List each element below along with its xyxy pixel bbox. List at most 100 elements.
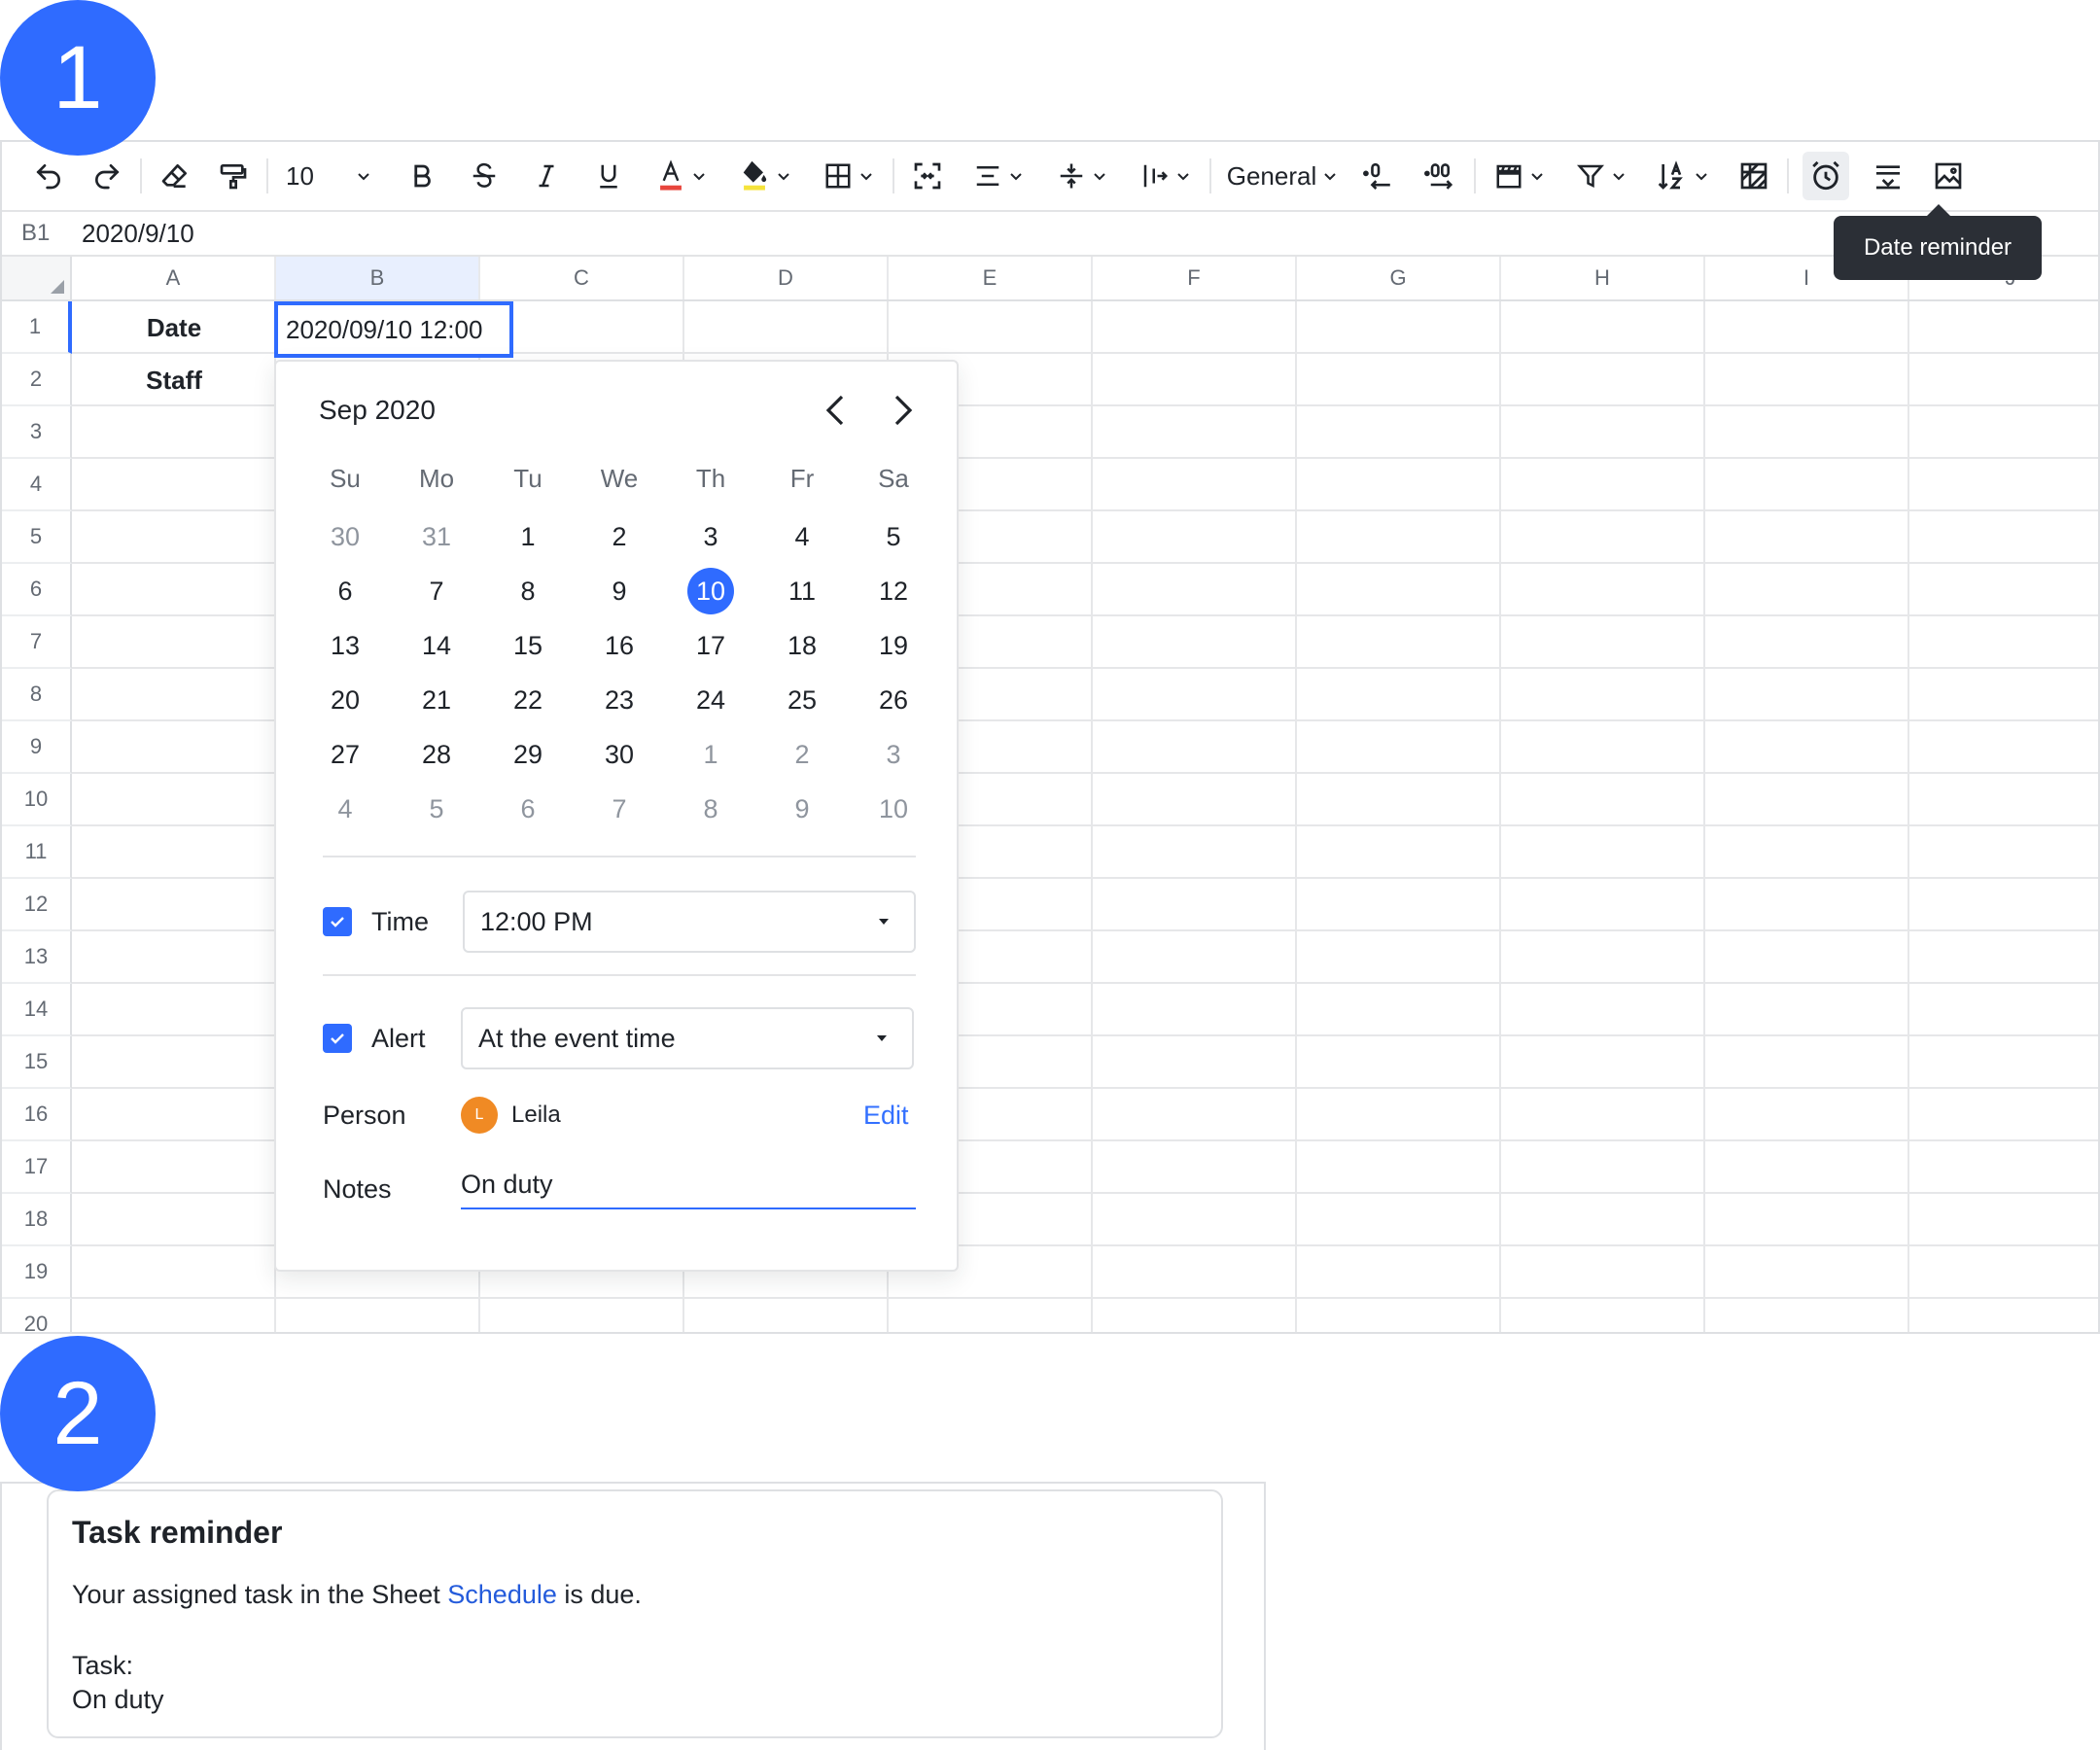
row-header-11[interactable]: 11 xyxy=(2,826,72,879)
sheet-link[interactable]: Schedule xyxy=(447,1580,557,1609)
column-header-e[interactable]: E xyxy=(889,257,1093,299)
column-header-b[interactable]: B xyxy=(276,257,480,299)
calendar-day[interactable]: 14 xyxy=(391,618,482,673)
bold-icon[interactable] xyxy=(402,152,441,200)
row-header-18[interactable]: 18 xyxy=(2,1194,72,1246)
time-select[interactable]: 12:00 PM xyxy=(463,891,916,953)
calendar-day[interactable]: 8 xyxy=(482,564,574,618)
row-header-2[interactable]: 2 xyxy=(2,354,72,406)
calendar-day[interactable]: 24 xyxy=(665,673,756,727)
number-format-select[interactable]: General xyxy=(1225,152,1340,200)
eraser-icon[interactable] xyxy=(156,152,194,200)
calendar-day[interactable]: 30 xyxy=(299,509,391,564)
calendar-day[interactable]: 13 xyxy=(299,618,391,673)
row-header-13[interactable]: 13 xyxy=(2,931,72,984)
alert-select[interactable]: At the event time xyxy=(461,1007,914,1069)
row-header-9[interactable]: 9 xyxy=(2,721,72,774)
calendar-day[interactable]: 15 xyxy=(482,618,574,673)
calendar-day[interactable]: 4 xyxy=(299,782,391,836)
cell-a2[interactable]: Staff xyxy=(72,354,276,406)
italic-icon[interactable] xyxy=(527,152,566,200)
calendar-day[interactable]: 11 xyxy=(756,564,848,618)
row-header-4[interactable]: 4 xyxy=(2,459,72,511)
calendar-day[interactable]: 1 xyxy=(482,509,574,564)
undo-icon[interactable] xyxy=(29,152,68,200)
cell-a1[interactable]: Date xyxy=(72,301,276,354)
calendar-day[interactable]: 29 xyxy=(482,727,574,782)
alert-checkbox[interactable] xyxy=(323,1024,352,1053)
font-color-button[interactable] xyxy=(651,152,712,200)
sort-button[interactable] xyxy=(1653,152,1713,200)
row-header-10[interactable]: 10 xyxy=(2,774,72,826)
calendar-day[interactable]: 21 xyxy=(391,673,482,727)
filter-button[interactable] xyxy=(1571,152,1631,200)
calendar-day[interactable]: 20 xyxy=(299,673,391,727)
horizontal-align-button[interactable] xyxy=(968,152,1029,200)
row-header-8[interactable]: 8 xyxy=(2,669,72,721)
redo-icon[interactable] xyxy=(88,152,126,200)
column-header-g[interactable]: G xyxy=(1297,257,1501,299)
conditional-format-icon[interactable] xyxy=(1734,152,1773,200)
format-painter-icon[interactable] xyxy=(214,152,253,200)
fill-color-button[interactable] xyxy=(735,152,795,200)
row-header-14[interactable]: 14 xyxy=(2,984,72,1036)
previous-month-button[interactable] xyxy=(817,391,856,430)
time-checkbox[interactable] xyxy=(323,907,352,936)
calendar-day[interactable]: 19 xyxy=(848,618,939,673)
calendar-day[interactable]: 4 xyxy=(756,509,848,564)
notes-input[interactable] xyxy=(461,1161,916,1209)
calendar-day[interactable]: 16 xyxy=(574,618,665,673)
calendar-day[interactable]: 18 xyxy=(756,618,848,673)
row-header-16[interactable]: 16 xyxy=(2,1089,72,1141)
row-header-7[interactable]: 7 xyxy=(2,616,72,669)
next-month-button[interactable] xyxy=(883,391,922,430)
row-header-6[interactable]: 6 xyxy=(2,564,72,616)
row-header-5[interactable]: 5 xyxy=(2,511,72,564)
calendar-day[interactable]: 17 xyxy=(665,618,756,673)
row-header-17[interactable]: 17 xyxy=(2,1141,72,1194)
calendar-day[interactable]: 2 xyxy=(574,509,665,564)
select-all-corner[interactable] xyxy=(2,257,72,301)
row-header-3[interactable]: 3 xyxy=(2,406,72,459)
strikethrough-icon[interactable] xyxy=(465,152,504,200)
calendar-day[interactable]: 27 xyxy=(299,727,391,782)
increase-decimal-icon[interactable] xyxy=(1421,152,1460,200)
calendar-day[interactable]: 1 xyxy=(665,727,756,782)
calendar-day[interactable]: 31 xyxy=(391,509,482,564)
edit-person-link[interactable]: Edit xyxy=(863,1101,909,1131)
calendar-day[interactable]: 23 xyxy=(574,673,665,727)
calendar-day[interactable]: 7 xyxy=(574,782,665,836)
decrease-decimal-icon[interactable] xyxy=(1359,152,1398,200)
calendar-day[interactable]: 3 xyxy=(665,509,756,564)
cell-b1-selected[interactable]: 2020/09/10 12:00 xyxy=(274,301,513,358)
formula-input[interactable]: 2020/9/10 xyxy=(70,219,194,249)
date-reminder-icon[interactable] xyxy=(1802,152,1849,200)
calendar-day[interactable]: 8 xyxy=(665,782,756,836)
calendar-day[interactable]: 25 xyxy=(756,673,848,727)
vertical-align-button[interactable] xyxy=(1052,152,1112,200)
column-header-c[interactable]: C xyxy=(480,257,684,299)
calendar-day[interactable]: 28 xyxy=(391,727,482,782)
calendar-day[interactable]: 2 xyxy=(756,727,848,782)
insert-image-icon[interactable] xyxy=(1929,152,1968,200)
calendar-day[interactable]: 9 xyxy=(756,782,848,836)
calendar-day[interactable]: 9 xyxy=(574,564,665,618)
calendar-day[interactable]: 30 xyxy=(574,727,665,782)
text-wrap-button[interactable] xyxy=(1136,152,1196,200)
calendar-day[interactable]: 5 xyxy=(848,509,939,564)
freeze-button[interactable] xyxy=(1489,152,1550,200)
borders-button[interactable] xyxy=(819,152,879,200)
calendar-day[interactable]: 7 xyxy=(391,564,482,618)
calendar-day[interactable]: 12 xyxy=(848,564,939,618)
column-header-h[interactable]: H xyxy=(1501,257,1705,299)
column-header-a[interactable]: A xyxy=(72,257,276,299)
row-header-1[interactable]: 1 xyxy=(2,301,72,354)
row-header-20[interactable]: 20 xyxy=(2,1299,72,1332)
calendar-day[interactable]: 6 xyxy=(482,782,574,836)
font-size-select[interactable]: 10 xyxy=(282,152,375,200)
calendar-day-selected[interactable]: 10 xyxy=(665,564,756,618)
dropdown-list-icon[interactable] xyxy=(1869,152,1908,200)
column-header-f[interactable]: F xyxy=(1093,257,1297,299)
underline-icon[interactable] xyxy=(589,152,628,200)
calendar-day[interactable]: 3 xyxy=(848,727,939,782)
